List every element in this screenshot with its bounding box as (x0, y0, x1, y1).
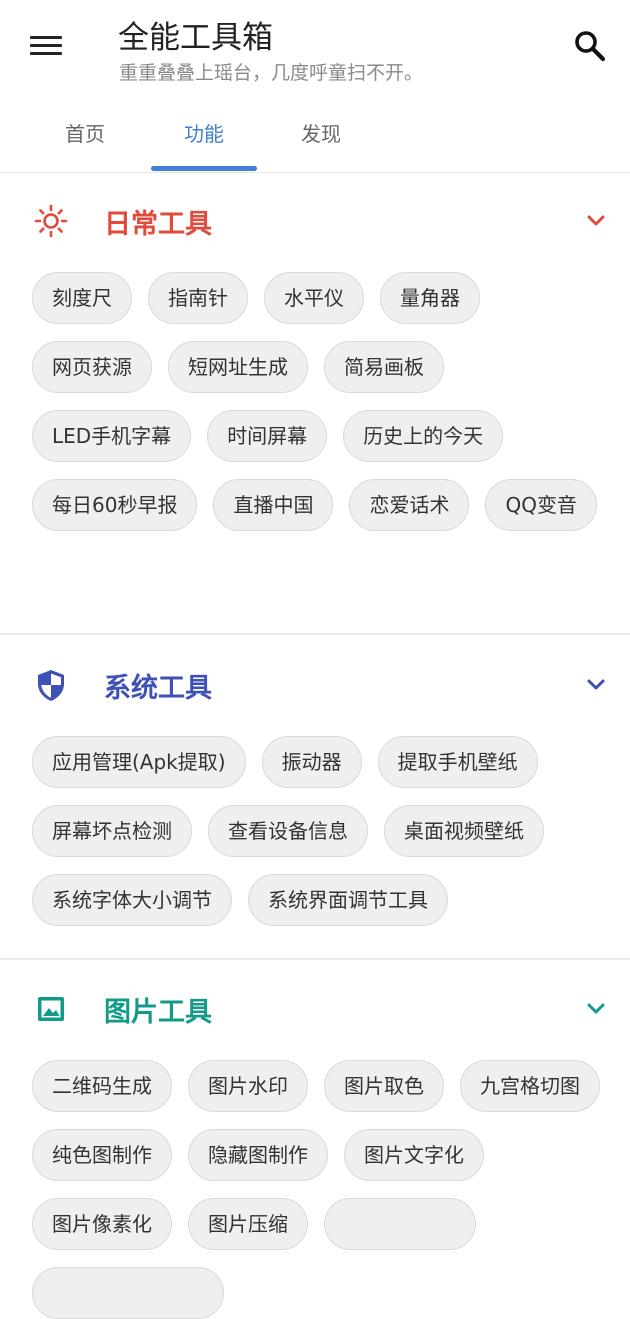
chip-app-manager[interactable]: 应用管理(Apk提取) (32, 736, 246, 788)
chip-vibrator[interactable]: 振动器 (261, 736, 362, 788)
tab-indicator (151, 166, 257, 171)
search-icon[interactable] (570, 26, 610, 66)
section-divider (0, 633, 630, 635)
chip-protractor[interactable]: 量角器 (380, 272, 480, 324)
section-divider (0, 958, 630, 960)
chip-partial[interactable] (324, 1198, 476, 1250)
chip-video-wallpaper[interactable]: 桌面视频壁纸 (384, 805, 544, 857)
chip-time-screen[interactable]: 时间屏幕 (207, 410, 328, 462)
chip-color-picker[interactable]: 图片取色 (324, 1060, 444, 1112)
chevron-down-icon[interactable] (584, 676, 608, 694)
chip-list: 应用管理(Apk提取) 振动器 提取手机壁纸 屏幕坏点检测 查看设备信息 桌面视… (32, 736, 612, 926)
chevron-down-icon[interactable] (584, 212, 608, 230)
chip-ui-tuner[interactable]: 系统界面调节工具 (248, 874, 448, 926)
shield-icon (34, 668, 68, 702)
section-title: 日常工具 (104, 209, 212, 240)
chip-live-china[interactable]: 直播中国 (213, 479, 334, 531)
chip-font-size[interactable]: 系统字体大小调节 (32, 874, 232, 926)
chip-level[interactable]: 水平仪 (264, 272, 364, 324)
chip-dead-pixel[interactable]: 屏幕坏点检测 (32, 805, 192, 857)
chevron-down-icon[interactable] (584, 1000, 608, 1018)
section-system-tools: 系统工具 应用管理(Apk提取) 振动器 提取手机壁纸 屏幕坏点检测 查看设备信… (0, 654, 630, 926)
menu-icon[interactable] (28, 30, 64, 60)
chip-pixelate[interactable]: 图片像素化 (32, 1198, 172, 1250)
section-title: 系统工具 (104, 673, 212, 704)
chip-extract-wallpaper[interactable]: 提取手机壁纸 (377, 736, 538, 788)
chip-image-to-text[interactable]: 图片文字化 (344, 1129, 484, 1181)
section-header[interactable]: 系统工具 (0, 654, 630, 718)
tab-bar: 首页 功能 发现 (0, 98, 630, 173)
tab-discover[interactable]: 发现 (268, 118, 374, 147)
chip-watermark[interactable]: 图片水印 (188, 1060, 308, 1112)
chip-device-info[interactable]: 查看设备信息 (208, 805, 368, 857)
section-image-tools: 图片工具 二维码生成 图片水印 图片取色 九宫格切图 纯色图制作 隐藏图制作 图… (0, 978, 630, 1319)
chip-hidden-image[interactable]: 隐藏图制作 (188, 1129, 328, 1181)
section-daily-tools: 日常工具 刻度尺 指南针 水平仪 量角器 网页获源 短网址生成 简易画板 LED… (0, 190, 630, 531)
section-header[interactable]: 图片工具 (0, 978, 630, 1042)
chip-grid-cut[interactable]: 九宫格切图 (460, 1060, 600, 1112)
chip-led-subtitle[interactable]: LED手机字幕 (32, 410, 192, 462)
chip-list: 二维码生成 图片水印 图片取色 九宫格切图 纯色图制作 隐藏图制作 图片文字化 … (32, 1060, 612, 1319)
chip-daily-news[interactable]: 每日60秒早报 (32, 479, 198, 531)
chip-history-today[interactable]: 历史上的今天 (343, 410, 504, 462)
chip-sketchpad[interactable]: 简易画板 (324, 341, 444, 393)
chip-short-url[interactable]: 短网址生成 (168, 341, 308, 393)
section-header[interactable]: 日常工具 (0, 190, 630, 254)
chip-qq-voice[interactable]: QQ变音 (485, 479, 597, 531)
chip-compress[interactable]: 图片压缩 (188, 1198, 308, 1250)
chip-compass[interactable]: 指南针 (148, 272, 248, 324)
image-icon (34, 992, 68, 1026)
chip-ruler[interactable]: 刻度尺 (32, 272, 132, 324)
chip-web-source[interactable]: 网页获源 (32, 341, 152, 393)
app-subtitle: 重重叠叠上瑶台，几度呼童扫不开。 (119, 62, 424, 84)
app-title: 全能工具箱 (118, 20, 273, 56)
section-title: 图片工具 (104, 997, 212, 1028)
chip-partial[interactable] (32, 1267, 224, 1319)
chip-qrcode[interactable]: 二维码生成 (32, 1060, 172, 1112)
sun-icon (34, 204, 68, 238)
chip-love-talk[interactable]: 恋爱话术 (349, 479, 470, 531)
chip-list: 刻度尺 指南针 水平仪 量角器 网页获源 短网址生成 简易画板 LED手机字幕 … (32, 272, 612, 531)
tab-functions[interactable]: 功能 (151, 118, 257, 147)
chip-solid-color[interactable]: 纯色图制作 (32, 1129, 172, 1181)
app-bar: 全能工具箱 重重叠叠上瑶台，几度呼童扫不开。 (0, 0, 630, 98)
tab-home[interactable]: 首页 (32, 118, 138, 147)
